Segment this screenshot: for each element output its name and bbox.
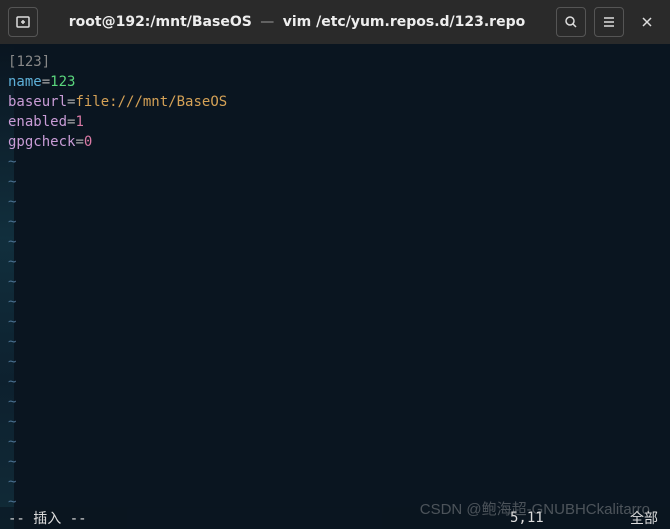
search-button[interactable]: [556, 7, 586, 37]
empty-line-marker: ~: [8, 232, 662, 252]
empty-line-marker: ~: [8, 152, 662, 172]
new-tab-button[interactable]: [8, 7, 38, 37]
empty-line-marker: ~: [8, 292, 662, 312]
empty-line-marker: ~: [8, 392, 662, 412]
empty-line-marker: ~: [8, 412, 662, 432]
editor-line: [123]: [8, 52, 662, 72]
status-scroll: 全部: [630, 508, 658, 528]
empty-line-marker: ~: [8, 272, 662, 292]
vim-statusbar: -- 插入 -- 5,11 全部: [0, 507, 670, 529]
editor-area[interactable]: [123] name=123 baseurl=file:///mnt/BaseO…: [0, 44, 670, 512]
editor-line: name=123: [8, 72, 662, 92]
titlebar: root@192:/mnt/BaseOS — vim /etc/yum.repo…: [0, 0, 670, 44]
empty-line-marker: ~: [8, 212, 662, 232]
empty-line-marker: ~: [8, 172, 662, 192]
empty-line-marker: ~: [8, 452, 662, 472]
empty-line-marker: ~: [8, 352, 662, 372]
empty-line-marker: ~: [8, 432, 662, 452]
editor-line: enabled=1: [8, 112, 662, 132]
empty-line-marker: ~: [8, 312, 662, 332]
empty-line-marker: ~: [8, 192, 662, 212]
window-title: root@192:/mnt/BaseOS — vim /etc/yum.repo…: [46, 14, 548, 30]
editor-line: baseurl=file:///mnt/BaseOS: [8, 92, 662, 112]
empty-line-marker: ~: [8, 472, 662, 492]
close-button[interactable]: [632, 7, 662, 37]
empty-line-marker: ~: [8, 252, 662, 272]
editor-line: gpgcheck=0: [8, 132, 662, 152]
title-path: root@192:/mnt/BaseOS: [69, 14, 252, 30]
status-mode: -- 插入 --: [8, 508, 87, 528]
empty-line-marker: ~: [8, 332, 662, 352]
empty-line-marker: ~: [8, 372, 662, 392]
status-position: 5,11: [510, 510, 630, 526]
title-command: vim /etc/yum.repos.d/123.repo: [283, 14, 526, 30]
menu-button[interactable]: [594, 7, 624, 37]
